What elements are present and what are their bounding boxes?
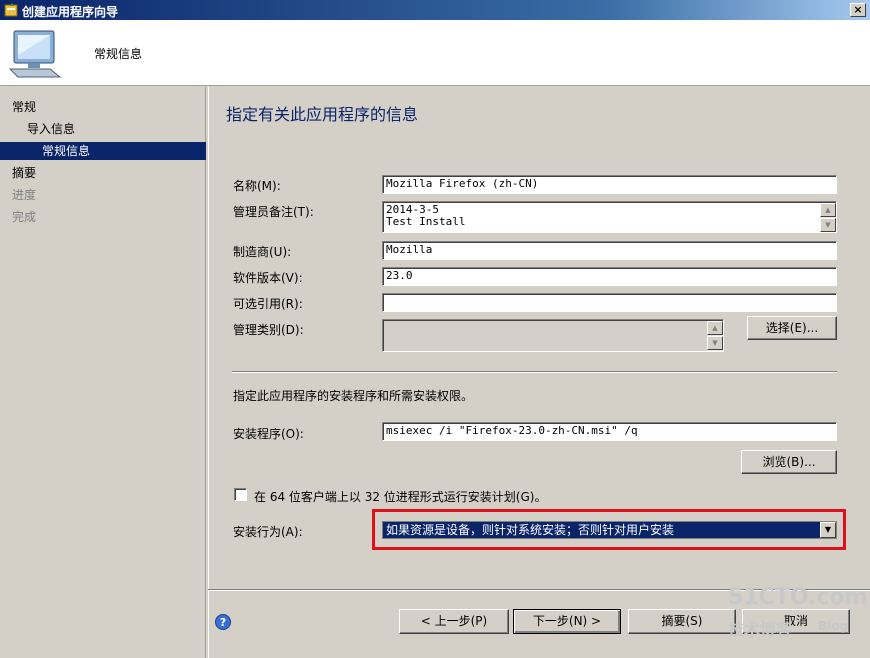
wizard-app-icon <box>4 3 18 17</box>
browse-button[interactable]: 浏览(B)... <box>741 450 837 474</box>
publisher-input[interactable]: Mozilla <box>382 241 837 260</box>
run-32bit-checkbox[interactable] <box>234 488 247 501</box>
install-behavior-value: 如果资源是设备，则针对系统安装；否则针对用户安装 <box>386 523 675 537</box>
computer-icon <box>8 30 62 78</box>
category-label: 管理类别(D): <box>233 323 304 337</box>
sidebar-item-general[interactable]: 常规 <box>12 98 36 116</box>
section-divider <box>232 371 837 373</box>
scroll-down-icon[interactable]: ▼ <box>820 218 836 232</box>
installer-label: 安装程序(O): <box>233 427 304 441</box>
sidebar-item-progress: 进度 <box>12 188 37 202</box>
next-button[interactable]: 下一步(N) > <box>513 609 621 634</box>
sidebar-item-summary[interactable]: 摘要 <box>12 164 36 182</box>
scroll-down-icon: ▼ <box>707 336 723 350</box>
installer-input[interactable]: msiexec /i "Firefox-23.0-zh-CN.msi" /q <box>382 422 837 441</box>
admin-comment-scrollbar[interactable]: ▲ ▼ <box>820 203 836 232</box>
category-list <box>382 319 724 352</box>
reference-input[interactable] <box>382 293 837 312</box>
install-section-text: 指定此应用程序的安装程序和所需安装权限。 <box>233 389 474 403</box>
watermark-site: 51CTO.com <box>728 585 868 610</box>
close-button[interactable]: × <box>850 3 866 17</box>
title-bar: 创建应用程序向导 × <box>0 0 870 20</box>
window-title: 创建应用程序向导 <box>22 5 119 19</box>
sidebar-item-completion: 完成 <box>12 210 37 224</box>
name-label: 名称(M): <box>233 179 281 193</box>
admin-comment-textarea[interactable]: 2014-3-5 Test Install <box>382 201 837 233</box>
category-scrollbar: ▲ ▼ <box>707 321 723 351</box>
install-behavior-select[interactable]: 如果资源是设备，则针对系统安装；否则针对用户安装 ▼ <box>382 521 837 539</box>
watermark-blog: Blog <box>818 619 849 633</box>
watermark-blog-cn: 技术博客 <box>728 620 793 639</box>
sidebar-divider <box>208 87 209 658</box>
name-input[interactable]: Mozilla Firefox (zh-CN) <box>382 175 837 194</box>
wizard-header: 常规信息 <box>0 20 870 86</box>
summary-button[interactable]: 摘要(S) <box>628 609 736 634</box>
sidebar-item-import-info[interactable]: 导入信息 <box>27 120 75 138</box>
scroll-up-icon[interactable]: ▲ <box>820 203 836 217</box>
select-category-button[interactable]: 选择(E)... <box>747 316 837 340</box>
run-32bit-label: 在 64 位客户端上以 32 位进程形式运行安装计划(G)。 <box>254 490 547 504</box>
publisher-label: 制造商(U): <box>233 245 292 259</box>
version-input[interactable]: 23.0 <box>382 267 837 286</box>
reference-label: 可选引用(R): <box>233 297 303 311</box>
chevron-down-icon[interactable]: ▼ <box>820 522 836 538</box>
version-label: 软件版本(V): <box>233 271 303 285</box>
behavior-label: 安装行为(A): <box>233 525 303 539</box>
scroll-up-icon: ▲ <box>707 321 723 335</box>
prev-button[interactable]: < 上一步(P) <box>399 609 509 634</box>
admin-comment-label: 管理员备注(T): <box>233 205 314 219</box>
page-title: 指定有关此应用程序的信息 <box>226 105 419 124</box>
help-icon[interactable]: ? <box>215 614 231 630</box>
header-title: 常规信息 <box>94 47 143 61</box>
sidebar-item-general-info[interactable]: 常规信息 <box>0 142 206 160</box>
